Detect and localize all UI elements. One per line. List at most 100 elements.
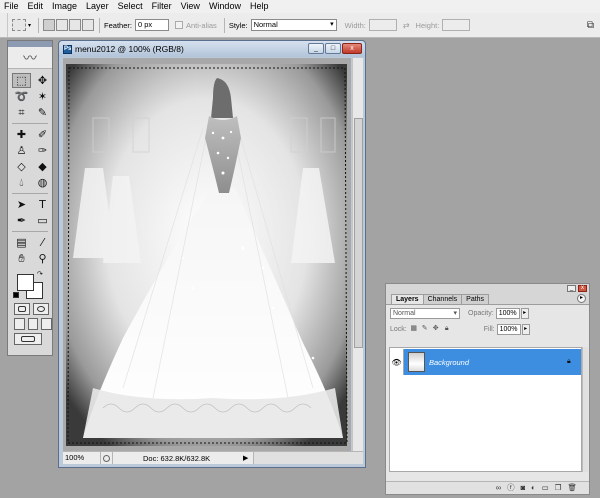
standard-screen-mode-button[interactable] <box>14 318 25 330</box>
style-select[interactable]: Normal ▾ <box>250 19 337 31</box>
layer-row-background[interactable]: 👁︎ Background 🔒︎ <box>390 349 581 375</box>
menu-file[interactable]: File <box>0 0 24 13</box>
type-tool-icon[interactable]: T <box>33 197 52 212</box>
tab-layers[interactable]: Layers <box>391 294 424 304</box>
swap-dimensions-icon[interactable]: ⇄ <box>403 21 410 30</box>
clone-stamp-tool-icon[interactable]: ♙ <box>12 143 31 158</box>
eraser-tool-icon[interactable]: ◇ <box>12 159 31 174</box>
options-grip <box>0 13 8 37</box>
document-canvas[interactable] <box>63 58 351 451</box>
group-icon[interactable]: ▭ <box>542 483 549 493</box>
close-button[interactable]: x <box>342 43 362 54</box>
eye-icon[interactable]: 👁︎ <box>390 349 404 375</box>
style-label: Style: <box>228 20 248 30</box>
history-brush-tool-icon[interactable]: ✑ <box>33 143 52 158</box>
dodge-tool-icon[interactable]: ◍ <box>33 175 52 190</box>
jump-to-row <box>8 330 52 345</box>
wedding-dress-image <box>63 58 351 451</box>
full-screen-mode-button[interactable] <box>41 318 53 330</box>
new-layer-icon[interactable]: ❐ <box>555 483 562 493</box>
panel-close-button[interactable]: x <box>578 285 587 292</box>
notes-tool-icon[interactable]: ▤ <box>12 235 31 250</box>
feather-logo-icon[interactable]: 〰 <box>8 47 52 69</box>
lock-image-icon[interactable]: ✎ <box>421 325 429 333</box>
menu-view[interactable]: View <box>177 0 205 13</box>
fill-stepper[interactable]: ▸ <box>521 323 530 335</box>
feather-label: Feather: <box>104 20 132 30</box>
play-arrow-icon[interactable]: ▶ <box>243 454 253 462</box>
tool-preset-picker[interactable] <box>12 19 26 31</box>
style-value: Normal <box>253 20 278 29</box>
vertical-scrollbar[interactable] <box>352 58 363 451</box>
menu-layer[interactable]: Layer <box>82 0 114 13</box>
delete-icon[interactable]: 🗑︎ <box>567 483 577 493</box>
antialias-checkbox[interactable] <box>174 21 183 29</box>
separator <box>223 17 225 33</box>
mask-icon[interactable]: ◙ <box>521 483 526 493</box>
lasso-tool-icon[interactable]: ➰ <box>12 89 31 104</box>
height-input[interactable] <box>442 19 471 31</box>
shape-tool-icon[interactable]: ▭ <box>33 213 52 228</box>
crop-tool-icon[interactable]: ⌗ <box>12 105 31 120</box>
brush-tool-icon[interactable]: ✐ <box>33 127 52 142</box>
marquee-tool-icon[interactable]: ⬚ <box>12 73 31 88</box>
fill-input[interactable]: 100% <box>496 323 521 335</box>
healing-brush-tool-icon[interactable]: ✚ <box>12 127 31 142</box>
layer-thumbnail <box>408 352 425 372</box>
blend-mode-select[interactable]: Normal <box>390 307 460 319</box>
eyedropper-tool-icon[interactable]: ⁄ <box>33 235 52 250</box>
standard-mode-button[interactable] <box>14 303 30 315</box>
path-selection-tool-icon[interactable]: ➤ <box>12 197 31 212</box>
menu-image[interactable]: Image <box>48 0 82 13</box>
menu-window[interactable]: Window <box>205 0 246 13</box>
feather-input[interactable]: 0 px <box>134 19 169 31</box>
menu-edit[interactable]: Edit <box>24 0 49 13</box>
zoom-level[interactable]: 100% <box>63 452 101 464</box>
full-screen-menu-mode-button[interactable] <box>27 318 39 330</box>
maximize-button[interactable]: □ <box>325 43 341 54</box>
lock-position-icon[interactable]: ✥ <box>432 325 440 333</box>
fx-icon[interactable]: ⓕ <box>507 483 515 493</box>
tab-paths[interactable]: Paths <box>461 294 490 304</box>
default-colors-icon[interactable] <box>13 292 19 298</box>
menu-filter[interactable]: Filter <box>148 0 177 13</box>
palette-well-icon[interactable]: ⧉ <box>587 20 594 31</box>
menu-help[interactable]: Help <box>246 0 274 13</box>
magic-wand-tool-icon[interactable]: ✶ <box>33 89 52 104</box>
tab-channels[interactable]: Channels <box>422 294 463 304</box>
foreground-color-swatch[interactable] <box>17 274 34 291</box>
horizontal-scrollbar[interactable] <box>253 452 363 464</box>
minimize-button[interactable]: _ <box>308 43 324 54</box>
lock-transparency-icon[interactable]: ▦ <box>410 325 418 333</box>
scrollbar-thumb[interactable] <box>354 118 363 348</box>
intersect-selection-button[interactable] <box>82 19 95 31</box>
width-input[interactable] <box>368 19 397 31</box>
panel-minimize-button[interactable]: _ <box>567 285 576 292</box>
hand-tool-icon[interactable]: ✋︎ <box>12 251 31 266</box>
jump-to-imageready-button[interactable] <box>14 333 42 345</box>
move-tool-icon[interactable]: ✥ <box>33 73 52 88</box>
pen-tool-icon[interactable]: ✒ <box>12 213 31 228</box>
blur-tool-icon[interactable]: 💧︎ <box>12 175 31 190</box>
menu-select[interactable]: Select <box>114 0 148 13</box>
slice-tool-icon[interactable]: ✎ <box>33 105 52 120</box>
paint-bucket-tool-icon[interactable]: ◆ <box>33 159 52 174</box>
opacity-input[interactable]: 100% <box>495 307 520 319</box>
tools-grid-paint: ✚ ✐ ♙ ✑ ◇ ◆ 💧︎ ◍ <box>8 127 52 190</box>
panel-menu-icon[interactable]: ▸ <box>577 294 586 303</box>
quick-mask-button[interactable] <box>33 303 49 315</box>
new-selection-button[interactable] <box>43 19 56 31</box>
layer-list-scrollbar[interactable] <box>582 347 588 472</box>
navigator-button[interactable] <box>101 452 113 464</box>
opacity-stepper[interactable]: ▸ <box>520 307 529 319</box>
swap-colors-icon[interactable]: ↷ <box>37 270 43 278</box>
chevron-down-icon[interactable]: ▾ <box>28 22 31 29</box>
adjustment-icon[interactable]: ◐ <box>531 483 536 493</box>
add-selection-button[interactable] <box>56 19 69 31</box>
layers-panel-header[interactable]: _ x <box>386 284 589 293</box>
subtract-selection-button[interactable] <box>69 19 82 31</box>
lock-all-icon[interactable]: 🔒︎ <box>443 325 451 333</box>
layer-list: 👁︎ Background 🔒︎ <box>389 347 582 472</box>
link-icon[interactable]: ∞ <box>496 483 501 493</box>
zoom-tool-icon[interactable]: ⚲ <box>33 251 52 266</box>
